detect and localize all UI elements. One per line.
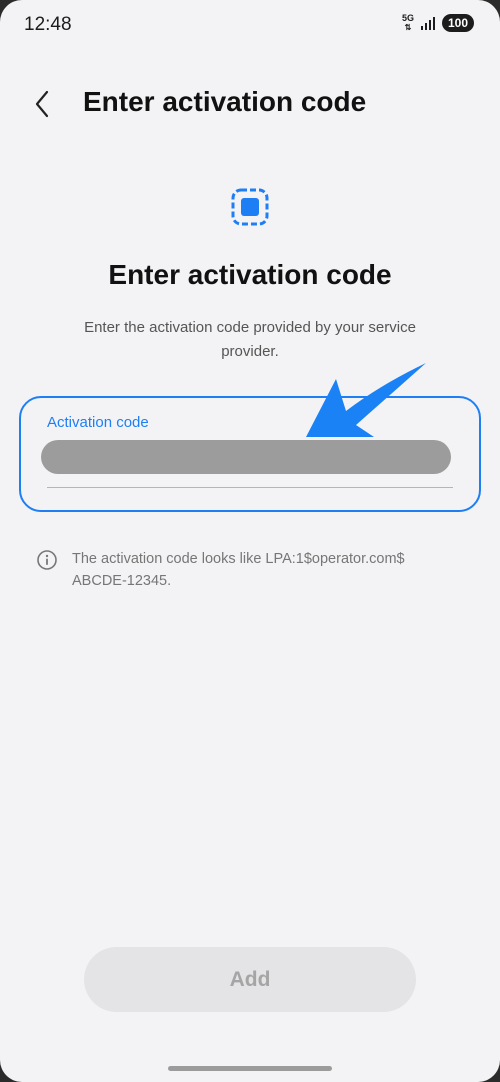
network-type-label: 5G: [401, 13, 414, 23]
battery-indicator: 100: [441, 14, 474, 32]
page-title: Enter activation code: [83, 86, 367, 117]
status-icons: 5G ⇅ 100: [402, 14, 474, 32]
screen: 12:48 5G ⇅ 100 Enter activation code Ent…: [0, 0, 500, 1082]
esim-chip-icon: [231, 188, 269, 226]
add-button[interactable]: Add: [84, 947, 416, 1012]
activation-code-field[interactable]: Activation code: [19, 396, 481, 512]
status-time: 12:48: [24, 14, 72, 35]
activation-code-label: Activation code: [47, 414, 149, 431]
home-indicator[interactable]: [168, 1066, 332, 1071]
back-button[interactable]: [28, 88, 56, 120]
section-title: Enter activation code: [108, 259, 392, 290]
chevron-left-icon: [35, 90, 49, 118]
hint-row: The activation code looks like LPA:1$ope…: [36, 548, 436, 592]
description-text: Enter the activation code provided by yo…: [84, 319, 416, 360]
network-indicator: 5G ⇅: [401, 13, 414, 33]
hint-text: The activation code looks like LPA:1$ope…: [72, 548, 405, 592]
info-icon: [37, 550, 57, 570]
activation-code-input[interactable]: [41, 440, 451, 474]
hint-line-2: ABCDE-12345.: [72, 573, 172, 589]
signal-icon: [420, 17, 435, 30]
input-underline: [47, 487, 453, 488]
hint-line-1: The activation code looks like LPA:1$ope…: [72, 551, 405, 567]
data-arrows-icon: ⇅: [404, 23, 412, 32]
